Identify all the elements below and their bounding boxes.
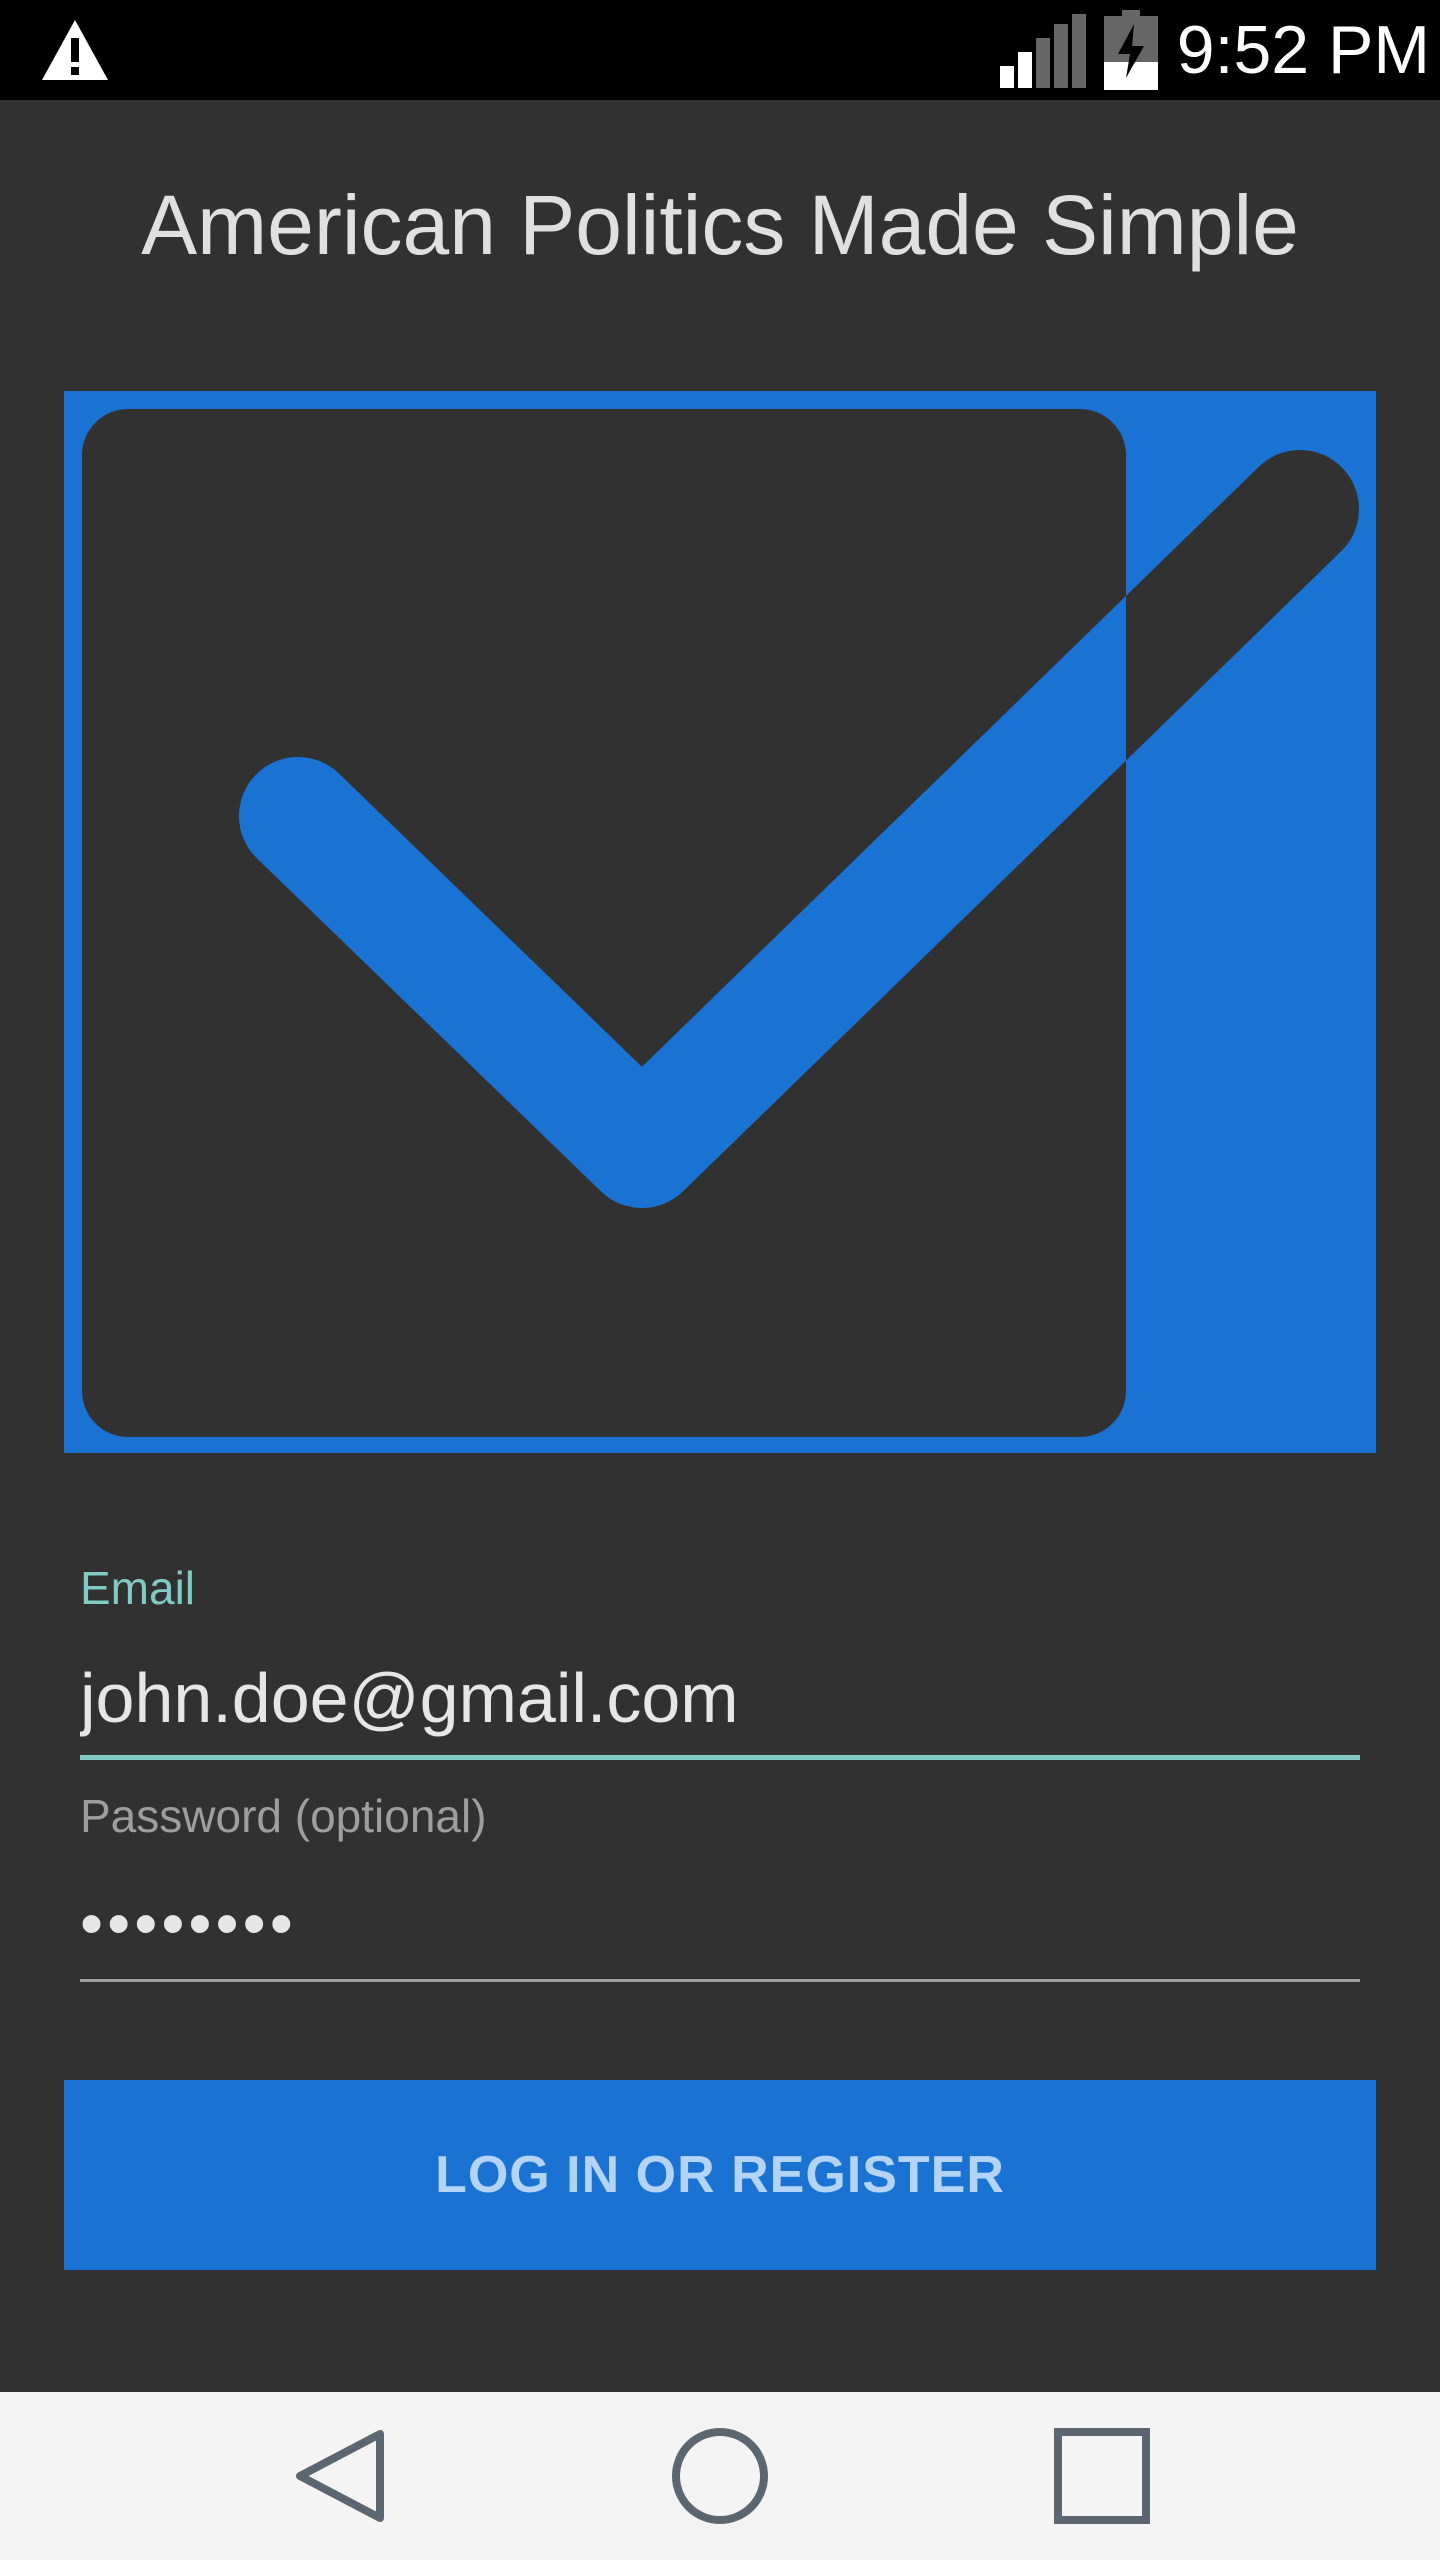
status-clock: 9:52 PM xyxy=(1176,12,1430,88)
password-field[interactable] xyxy=(80,1866,1360,1982)
checkbox-checked-icon xyxy=(64,391,1376,1453)
login-register-button[interactable]: LOG IN OR REGISTER xyxy=(64,2080,1376,2270)
back-icon[interactable] xyxy=(292,2426,392,2526)
password-label: Password (optional) xyxy=(80,1790,487,1842)
battery-charging-icon xyxy=(1104,10,1158,90)
recent-apps-icon[interactable] xyxy=(1050,2426,1154,2526)
email-field[interactable] xyxy=(80,1640,1360,1760)
signal-icon xyxy=(1000,14,1086,88)
warning-icon xyxy=(42,20,108,80)
page-title: American Politics Made Simple xyxy=(141,178,1299,272)
home-icon[interactable] xyxy=(668,2426,772,2526)
status-bar: 9:52 PM xyxy=(0,0,1440,100)
email-label: Email xyxy=(80,1562,196,1614)
